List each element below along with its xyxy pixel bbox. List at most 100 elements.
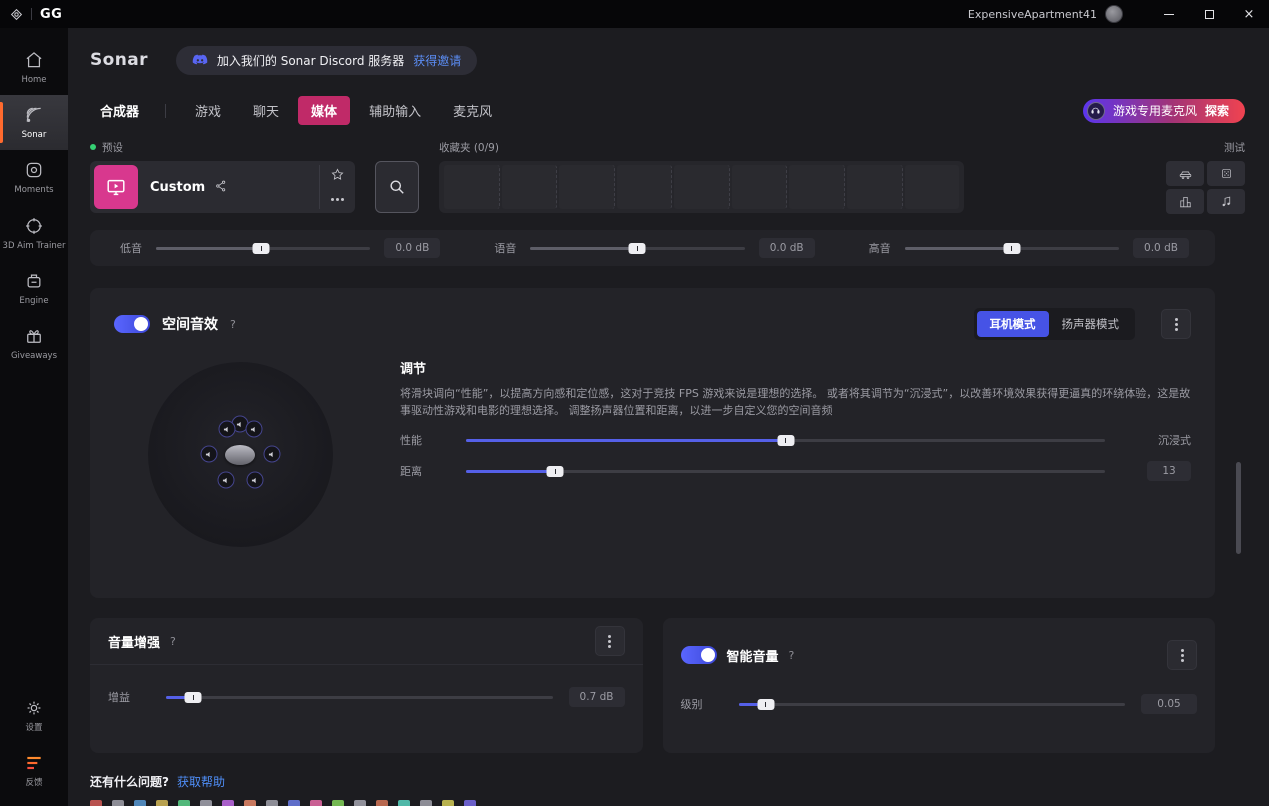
level-slider[interactable] (739, 698, 1126, 710)
star-icon (331, 168, 344, 181)
tab-media[interactable]: 媒体 (298, 96, 350, 125)
tab-mixer[interactable]: 合成器 (90, 96, 149, 125)
slider-handle[interactable] (547, 466, 564, 477)
favorite-slot[interactable] (905, 165, 960, 209)
eq-bass-slider[interactable] (156, 242, 370, 254)
slider-track[interactable] (739, 703, 1126, 706)
gain-value: 0.7 dB (569, 687, 625, 707)
favorite-slot[interactable] (502, 165, 558, 209)
spatial-menu-button[interactable] (1161, 309, 1191, 339)
avatar[interactable] (1105, 5, 1123, 23)
tab-game[interactable]: 游戏 (182, 96, 234, 125)
sonar-icon (24, 105, 44, 125)
slider-track[interactable] (166, 696, 553, 699)
slider-handle[interactable] (629, 243, 646, 254)
test-sound-music-button[interactable] (1207, 189, 1245, 214)
smart-volume-toggle[interactable] (681, 646, 717, 664)
speaker-rear-right[interactable] (246, 472, 263, 489)
sidebar-item-3d-aim-trainer[interactable]: 3D Aim Trainer (0, 206, 68, 261)
tab-chat[interactable]: 聊天 (240, 96, 292, 125)
get-help-link[interactable]: 获取帮助 (177, 773, 225, 790)
discord-invite-link[interactable]: 获得邀请 (413, 52, 461, 69)
speaker-icon (222, 476, 230, 484)
maximize-button[interactable] (1189, 0, 1229, 28)
eq-voice-slider[interactable] (530, 242, 744, 254)
spatial-audio-toggle[interactable] (114, 315, 150, 333)
discord-icon (192, 54, 208, 67)
favorites-strip (439, 161, 964, 213)
sidebar-item-home[interactable]: Home (0, 40, 68, 95)
kebab-icon (1181, 654, 1184, 657)
share-icon[interactable] (214, 178, 228, 197)
dice-icon (1219, 167, 1234, 180)
spatial-help-icon[interactable]: ? (230, 318, 236, 331)
sidebar-item-settings[interactable]: 设置 (0, 688, 68, 743)
sidebar-item-feedback[interactable]: 反馈 (0, 743, 68, 798)
favorite-slot[interactable] (444, 165, 500, 209)
favorite-slot[interactable] (617, 165, 673, 209)
eq-band-label: 语音 (490, 240, 516, 256)
listener-head-icon (225, 445, 255, 465)
close-button[interactable]: × (1229, 0, 1269, 28)
app-name: GG (40, 7, 62, 22)
distance-slider[interactable] (466, 465, 1105, 477)
eq-band-treble: 高音 0.0 dB (865, 238, 1189, 258)
preset-card-custom[interactable]: Custom (90, 161, 355, 213)
favorite-slot[interactable] (789, 165, 845, 209)
speaker-mode-button[interactable]: 扬声器模式 (1049, 311, 1133, 337)
maximize-icon (1205, 10, 1214, 19)
slider-fill (156, 247, 261, 250)
speaker-icon (268, 450, 276, 458)
test-sound-city-button[interactable] (1166, 189, 1204, 214)
tab-microphone[interactable]: 麦克风 (440, 96, 505, 125)
slider-fill (905, 247, 1012, 250)
favorite-star-button[interactable] (331, 168, 344, 181)
kebab-icon (608, 640, 611, 643)
performance-slider[interactable] (466, 434, 1105, 446)
eq-treble-slider[interactable] (905, 242, 1119, 254)
preset-more-button[interactable] (331, 193, 344, 206)
sidebar-item-label: Giveaways (11, 351, 57, 361)
promo-cta: 探索 (1205, 102, 1229, 119)
distance-value: 13 (1121, 461, 1191, 481)
slider-handle[interactable] (253, 243, 270, 254)
username-label[interactable]: ExpensiveApartment41 (968, 8, 1097, 21)
slider-handle[interactable] (777, 435, 794, 446)
favorite-slot[interactable] (674, 165, 730, 209)
speaker-rear-left[interactable] (217, 472, 234, 489)
sidebar-item-sonar[interactable]: Sonar (0, 95, 68, 150)
volume-boost-help-icon[interactable]: ? (170, 635, 176, 648)
vertical-scrollbar[interactable] (1236, 462, 1241, 554)
preset-search-button[interactable] (375, 161, 419, 213)
smart-volume-menu-button[interactable] (1167, 640, 1197, 670)
tab-aux[interactable]: 辅助输入 (356, 96, 434, 125)
sidebar-item-label: Sonar (22, 130, 47, 140)
sidebar-item-engine[interactable]: Engine (0, 261, 68, 316)
volume-boost-menu-button[interactable] (595, 626, 625, 656)
minimize-button[interactable] (1149, 0, 1189, 28)
speaker-front-right[interactable] (245, 421, 262, 438)
speaker-front-left[interactable] (218, 421, 235, 438)
test-sound-dice-button[interactable] (1207, 161, 1245, 186)
music-note-icon (1219, 195, 1234, 208)
sidebar-item-moments[interactable]: Moments (0, 150, 68, 205)
smart-volume-help-icon[interactable]: ? (789, 649, 795, 662)
main-content: Sonar 加入我们的 Sonar Discord 服务器 获得邀请 合成器 游… (68, 28, 1269, 806)
slider-handle[interactable] (1003, 243, 1020, 254)
favorite-slot[interactable] (732, 165, 788, 209)
gaming-mic-promo-button[interactable]: 游戏专用麦克风 探索 (1083, 99, 1245, 123)
favorite-slot[interactable] (847, 165, 903, 209)
speaker-side-left[interactable] (200, 446, 217, 463)
slider-handle[interactable] (757, 699, 774, 710)
steelseries-logo-icon (10, 8, 23, 21)
eq-band-voice: 语音 0.0 dB (490, 238, 814, 258)
test-sound-vehicle-button[interactable] (1166, 161, 1204, 186)
discord-invite-pill[interactable]: 加入我们的 Sonar Discord 服务器 获得邀请 (176, 46, 477, 75)
sidebar-item-giveaways[interactable]: Giveaways (0, 316, 68, 371)
gain-slider[interactable] (166, 691, 553, 703)
promo-text: 游戏专用麦克风 (1113, 102, 1197, 119)
headphone-mode-button[interactable]: 耳机模式 (977, 311, 1049, 337)
slider-handle[interactable] (185, 692, 202, 703)
favorite-slot[interactable] (559, 165, 615, 209)
speaker-side-right[interactable] (263, 446, 280, 463)
